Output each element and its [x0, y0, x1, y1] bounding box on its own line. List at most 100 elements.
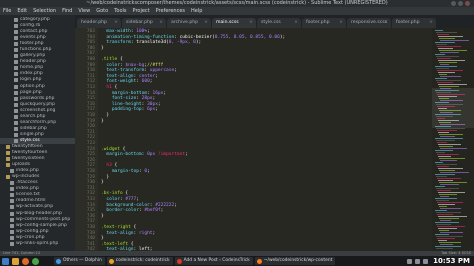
taskbar-window-button[interactable]: codeinstrick: codeintrick	[106, 257, 173, 265]
file-icon	[10, 235, 14, 240]
minimap-line	[436, 68, 449, 69]
minimap-line	[440, 196, 449, 197]
close-tab-icon[interactable]: ×	[159, 18, 163, 28]
file-icon	[14, 138, 18, 143]
app-icon	[108, 258, 114, 264]
code-token: ;	[157, 101, 161, 107]
maximize-button[interactable]	[458, 1, 463, 6]
minimap[interactable]	[432, 28, 474, 251]
firefox-icon[interactable]	[22, 257, 29, 265]
network-icon[interactable]	[407, 258, 413, 264]
tab-footer-php[interactable]: footer.php ×	[392, 18, 436, 28]
tab-sidebar-php[interactable]: sidebar.php ×	[122, 18, 166, 28]
chrome-icon[interactable]	[32, 257, 39, 265]
minimap-line	[435, 54, 445, 55]
minimap-line	[435, 198, 457, 199]
file-icon	[14, 78, 18, 83]
minimap-line	[440, 172, 469, 173]
menu-bar: File Edit Selection Find View Goto Tools Projec…	[0, 7, 474, 15]
code-token: max-width	[106, 29, 131, 34]
close-tab-icon[interactable]: ×	[384, 18, 388, 28]
code-token: ;	[152, 230, 156, 236]
menu-tools[interactable]: Tools	[114, 7, 126, 15]
minimap-line	[437, 190, 451, 191]
code-token: text-transform	[106, 68, 145, 74]
menu-view[interactable]: View	[78, 7, 90, 15]
menu-goto[interactable]: Goto	[96, 7, 108, 15]
code-area[interactable]: max-width: 100%; animation-timing-functi…	[101, 28, 431, 251]
file-manager-icon[interactable]	[12, 257, 19, 265]
menu-selection[interactable]: Selection	[33, 7, 56, 15]
code-line: padding-top: 6px;	[101, 107, 158, 113]
tab-main-scss[interactable]: main.scss ×	[212, 18, 256, 28]
minimap-line	[437, 178, 461, 179]
taskbar-label: Others — Dolphin	[63, 258, 102, 263]
tab-style-css[interactable]: style.css ×	[257, 18, 301, 28]
sidebar-item[interactable]: wp-links-opml.php	[0, 241, 75, 247]
minimap-line	[440, 148, 467, 149]
tab-archive-php[interactable]: archive.php ×	[167, 18, 211, 28]
code-token: right	[138, 230, 153, 236]
minimap-line	[436, 56, 459, 57]
tab-label: main.scss	[216, 20, 239, 25]
minimap-line	[438, 204, 455, 205]
minimap-line	[436, 44, 447, 45]
code-token: ;	[155, 73, 158, 79]
taskbar-window-button[interactable]: Others — Dolphin	[54, 257, 105, 265]
close-tab-icon[interactable]: ×	[294, 18, 298, 28]
file-icon	[10, 223, 14, 228]
close-button[interactable]	[465, 1, 470, 6]
menu-find[interactable]: Find	[62, 7, 72, 15]
app-launcher-icon[interactable]	[2, 257, 9, 265]
minimap-viewport[interactable]	[432, 88, 474, 128]
taskbar-window-button[interactable]: Add a New Post ‹ CodeinsTrick	[174, 257, 253, 265]
tab-responsive-scss[interactable]: responsive.scss ×	[347, 18, 391, 28]
file-icon	[14, 60, 18, 65]
minimap-line	[435, 186, 445, 187]
code-token: : translate3d(	[130, 40, 169, 46]
code-token: padding-top	[111, 107, 142, 113]
code-token: : cubic-bezier(	[174, 34, 215, 40]
minimap-line	[440, 40, 469, 41]
tab-header-php[interactable]: header.php ×	[77, 18, 121, 28]
file-icon	[14, 84, 18, 89]
menu-file[interactable]: File	[3, 7, 11, 15]
minimize-button[interactable]	[451, 1, 456, 6]
menu-edit[interactable]: Edit	[17, 7, 27, 15]
close-tab-icon[interactable]: ×	[429, 18, 433, 28]
code-token: }	[101, 118, 104, 124]
close-tab-icon[interactable]: ×	[114, 18, 118, 28]
file-icon	[10, 193, 14, 198]
minimap-line	[438, 228, 457, 229]
battery-icon[interactable]	[423, 258, 429, 264]
code-editor[interactable]: 703 704 705 706 707 708 709 710 711 712 713 714 715 7…	[75, 28, 432, 251]
tab-footer-php[interactable]: footer.php ×	[302, 18, 346, 28]
folder-icon	[6, 157, 10, 162]
close-tab-icon[interactable]: ×	[204, 18, 208, 28]
minimap-line	[437, 34, 449, 35]
taskbar-window-button[interactable]: ~/web/codeinstrick/wp-content	[254, 257, 336, 265]
minimap-line	[437, 202, 463, 203]
code-line: text-align: right;	[101, 231, 155, 237]
code-token: 0px	[147, 152, 156, 158]
minimap-line	[435, 174, 455, 175]
line-number-gutter: 703 704 705 706 707 708 709 710 711 712 713 714 715 7…	[75, 28, 98, 251]
menu-project[interactable]: Project	[133, 7, 150, 15]
minimap-line	[435, 210, 447, 211]
menu-preferences[interactable]: Preferences	[156, 7, 185, 15]
close-tab-icon[interactable]: ×	[339, 18, 343, 28]
minimap-line	[435, 30, 443, 31]
close-tab-icon[interactable]: ×	[249, 18, 253, 28]
clock[interactable]: 10:53 PM	[433, 257, 470, 265]
menu-help[interactable]: Help	[191, 7, 202, 15]
volume-icon[interactable]	[415, 258, 421, 264]
minimap-line	[440, 232, 463, 233]
file-icon	[14, 114, 18, 119]
minimap-line	[436, 128, 465, 129]
minimap-line	[438, 48, 453, 49]
file-icon	[14, 120, 18, 125]
taskbar-label: ~/web/codeinstrick/wp-content	[263, 258, 333, 263]
code-token: {	[119, 146, 126, 152]
code-line: border-color: #bef0f;	[101, 208, 163, 214]
